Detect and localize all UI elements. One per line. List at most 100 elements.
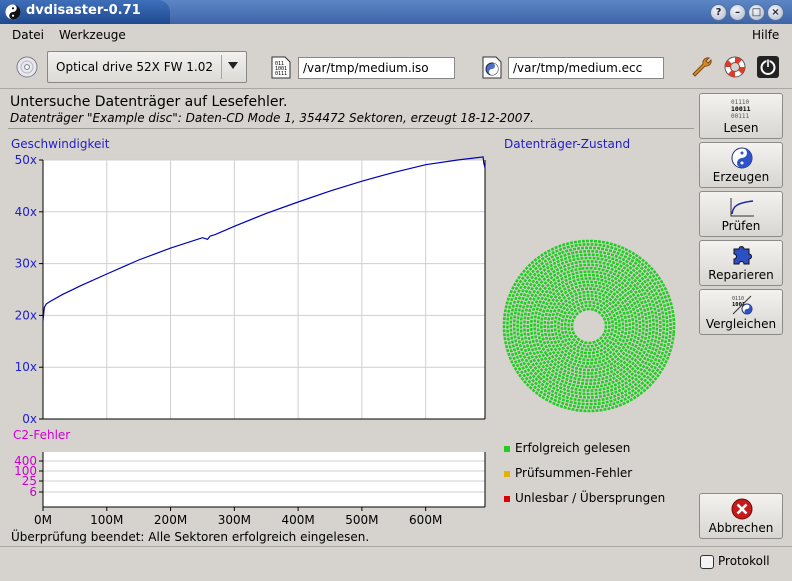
- toolbar: Optical drive 52X FW 1.02 011 1001 0111: [0, 45, 792, 89]
- disc-ring: [506, 243, 672, 409]
- disc-state-title: Datenträger-Zustand: [504, 137, 631, 151]
- menu-file[interactable]: Datei: [12, 28, 44, 42]
- disc-ring: [519, 256, 659, 396]
- create-button[interactable]: Erzeugen: [699, 142, 783, 188]
- log-icon: [700, 554, 714, 569]
- read-button-label: Lesen: [723, 121, 759, 135]
- disc-ring: [570, 307, 608, 345]
- create-button-label: Erzeugen: [712, 170, 770, 184]
- legend-label-checksum: Prüfsummen-Fehler: [515, 466, 633, 480]
- read-button[interactable]: 01110 10011 00111 Lesen: [699, 93, 783, 139]
- legend-swatch-unreadable: [504, 495, 510, 502]
- speed-chart-title: Geschwindigkeit: [11, 137, 110, 151]
- c2-tick-label-y: 400: [14, 454, 37, 468]
- svg-text:0111: 0111: [275, 71, 287, 77]
- disc-ring: [546, 283, 632, 369]
- footer-status: Überprüfung beendet: Alle Sektoren erfol…: [11, 530, 370, 544]
- c2-tick-label-x: 200M: [154, 513, 187, 527]
- protocol-button[interactable]: Protokoll: [700, 554, 770, 569]
- c2-tick-label-x: 600M: [409, 513, 442, 527]
- status-headline: Untersuche Datenträger auf Lesefehler.: [10, 94, 288, 110]
- legend-swatch-good: [504, 445, 510, 452]
- disc-ring: [523, 260, 655, 392]
- disc-ring: [567, 304, 611, 348]
- disc-ring: [502, 239, 676, 413]
- drive-selector-divider: [221, 55, 222, 79]
- bottom-bar: Protokoll: [0, 546, 792, 576]
- speed-tick-label-y: 0x: [22, 412, 37, 426]
- compare-button-label: Vergleichen: [705, 317, 777, 331]
- legend-item-unreadable: Unlesbar / Übersprungen: [504, 491, 665, 505]
- legend-item-checksum: Prüfsummen-Fehler: [504, 466, 632, 480]
- ecc-path-input[interactable]: [508, 57, 664, 79]
- speed-plot-area: [43, 160, 485, 419]
- binary-read-icon: 01110 10011 00111: [731, 99, 751, 120]
- puzzle-icon: [733, 246, 752, 265]
- drive-selector-value: Optical drive 52X FW 1.02: [56, 60, 213, 74]
- legend-label-good: Erfolgreich gelesen: [515, 441, 631, 455]
- speed-tick-label-y: 30x: [15, 257, 37, 271]
- disc-ring: [563, 300, 615, 352]
- legend-item-good: Erfolgreich gelesen: [504, 441, 630, 455]
- speed-series-line: [42, 156, 486, 321]
- ecc-file-icon[interactable]: [482, 56, 502, 79]
- cd-icon: [16, 56, 38, 78]
- c2-tick-label-y: 6: [29, 485, 37, 499]
- repair-button[interactable]: Reparieren: [699, 240, 783, 286]
- curve-check-icon: [730, 198, 754, 217]
- close-window-button[interactable]: ×: [767, 4, 784, 21]
- disc-ring: [543, 280, 635, 372]
- svg-text:00111: 00111: [731, 113, 749, 120]
- c2-tick-label-y: 100: [14, 464, 37, 478]
- repair-button-label: Reparieren: [708, 268, 774, 282]
- c2-tick-label-x: 300M: [218, 513, 251, 527]
- wrench-icon[interactable]: [690, 55, 714, 79]
- maximize-window-button[interactable]: □: [748, 4, 765, 21]
- help-window-button[interactable]: ?: [710, 4, 727, 21]
- drive-selector[interactable]: Optical drive 52X FW 1.02: [47, 51, 247, 83]
- iso-file-icon[interactable]: 011 1001 0111: [271, 56, 291, 79]
- disc-ring: [540, 277, 638, 375]
- disc-ring: [550, 287, 628, 365]
- disc-ring: [512, 249, 666, 403]
- app-yin-yang-icon: [5, 4, 21, 20]
- verify-button-label: Prüfen: [721, 219, 761, 233]
- speed-tick-label-y: 40x: [15, 205, 37, 219]
- power-icon[interactable]: [756, 55, 780, 79]
- verify-button[interactable]: Prüfen: [699, 191, 783, 237]
- svg-text:10011: 10011: [731, 105, 751, 113]
- menu-tools[interactable]: Werkzeuge: [59, 28, 126, 42]
- disc-ring: [529, 266, 649, 386]
- c2-chart-title: C2-Fehler: [13, 428, 71, 442]
- speed-tick-label-y: 20x: [15, 308, 37, 322]
- c2-tick-label-x: 500M: [345, 513, 378, 527]
- legend-swatch-checksum: [504, 470, 510, 477]
- compare-button[interactable]: 0110 1001 Vergleichen: [699, 289, 783, 335]
- speed-tick-label-y: 10x: [15, 360, 37, 374]
- compare-icon: 0110 1001: [732, 295, 753, 315]
- minimize-window-button[interactable]: –: [729, 4, 746, 21]
- yin-yang-icon: [731, 147, 753, 169]
- abort-button-label: Abbrechen: [708, 521, 774, 535]
- disc-ring: [553, 290, 625, 362]
- protocol-label: Protokoll: [718, 554, 770, 568]
- title-tab[interactable]: dvdisaster-0.71: [0, 0, 170, 24]
- c2-tick-label-x: 0M: [34, 513, 52, 527]
- c2-tick-label-y: 25: [22, 474, 37, 488]
- legend-label-unreadable: Unlesbar / Übersprungen: [515, 491, 666, 505]
- disc-ring: [533, 270, 645, 382]
- divider: [8, 128, 694, 129]
- menu-help[interactable]: Hilfe: [752, 28, 779, 42]
- disc-ring: [560, 297, 618, 355]
- c2-plot-area: [43, 452, 485, 507]
- image-path-input[interactable]: [298, 57, 455, 79]
- c2-tick-label-x: 100M: [90, 513, 123, 527]
- abort-button[interactable]: Abbrechen: [699, 493, 783, 539]
- lifebuoy-icon[interactable]: [723, 55, 747, 79]
- speed-tick-label-y: 50x: [15, 153, 37, 167]
- disc-ring: [516, 253, 662, 399]
- disc-ring: [557, 294, 621, 358]
- abort-icon: [731, 498, 753, 520]
- c2-tick-label-x: 400M: [281, 513, 314, 527]
- title-bar: dvdisaster-0.71 ? – □ ×: [0, 0, 792, 24]
